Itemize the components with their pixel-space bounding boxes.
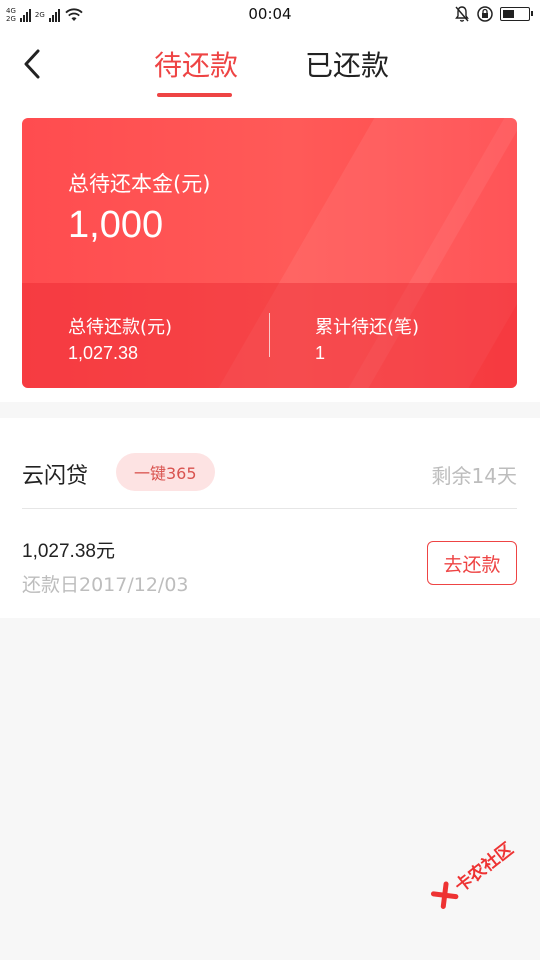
mute-bell-icon: [455, 6, 469, 22]
pending-count-label: 累计待还(笔): [315, 317, 420, 338]
watermark-text: 卡农社区: [451, 838, 517, 897]
active-tab-indicator: [157, 93, 232, 97]
header: 待还款 已还款: [0, 30, 540, 100]
loan-item: 云闪贷 一键365 剩余14天 1,027.38元 还款日2017/12/03 …: [0, 418, 540, 618]
total-due-value: 1,027.38: [68, 343, 139, 363]
tab-pending-repayment[interactable]: 待还款: [154, 44, 238, 84]
rotation-lock-icon: [477, 6, 493, 22]
repay-button[interactable]: 去还款: [427, 541, 517, 585]
divider: [22, 508, 517, 509]
summary-section: 总待还本金(元) 1,000 总待还款(元) 1,027.38 累计待还(笔) …: [0, 100, 540, 402]
chevron-left-icon: [24, 49, 40, 79]
loan-amount: 1,027.38元: [22, 541, 115, 562]
pending-count-value: 1: [315, 343, 326, 363]
battery-icon: [500, 7, 533, 21]
principal-value: 1,000: [68, 204, 164, 246]
principal-label: 总待还本金(元): [68, 172, 211, 196]
tab-repaid[interactable]: 已还款: [305, 44, 389, 84]
pending-count-stat: 累计待还(笔) 1: [315, 313, 419, 364]
remaining-days: 剩余14天: [431, 464, 517, 488]
watermark: 卡农社区: [418, 817, 534, 926]
summary-card: 总待还本金(元) 1,000 总待还款(元) 1,027.38 累计待还(笔) …: [22, 118, 517, 388]
status-bar: 4G 2G 2G 00:04: [0, 0, 540, 30]
promo-badge[interactable]: 一键365: [116, 453, 215, 491]
total-due-stat: 总待还款(元) 1,027.38: [68, 313, 172, 364]
total-due-label: 总待还款(元): [68, 317, 173, 338]
due-date: 还款日2017/12/03: [22, 574, 189, 596]
back-button[interactable]: [14, 44, 50, 84]
status-icons: [454, 5, 533, 23]
stat-divider: [269, 313, 270, 357]
loan-name: 云闪贷: [22, 464, 89, 489]
